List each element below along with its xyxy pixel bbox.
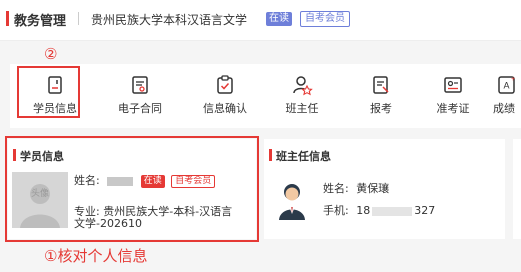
- member-type-badge: 自考会员: [300, 11, 350, 27]
- phone-prefix: 18: [356, 204, 371, 217]
- phone-suffix: 327: [414, 204, 436, 217]
- tool-info-confirm[interactable]: 信息确认: [190, 64, 260, 128]
- function-toolbar: 学员信息 电子合同 信息确认 班主任 报考 准考证 A + 成绩: [10, 64, 521, 128]
- annotation-step-2: ②: [44, 45, 58, 63]
- teacher-name-label: 姓名:: [323, 182, 349, 195]
- tool-e-contract[interactable]: 电子合同: [105, 64, 175, 128]
- annotation-step-1: ①核对个人信息: [44, 247, 148, 265]
- tool-label: 准考证: [436, 102, 470, 115]
- header-divider: [78, 12, 79, 25]
- tool-label: 报考: [370, 102, 392, 115]
- register-doc-icon: [373, 76, 389, 94]
- clipboard-check-icon: [217, 75, 233, 94]
- header-accent-bar: [6, 11, 9, 26]
- page-title: 教务管理: [14, 14, 67, 29]
- annotation-highlight-student-panel: [5, 136, 259, 242]
- tool-label: 电子合同: [118, 102, 162, 115]
- tool-label: 成绩: [493, 102, 515, 115]
- tool-admission-card[interactable]: 准考证: [418, 64, 488, 128]
- tool-head-teacher[interactable]: 班主任: [267, 64, 337, 128]
- school-name: 贵州民族大学本科汉语言文学: [91, 13, 248, 27]
- score-icon: A +: [498, 76, 515, 94]
- tool-scores[interactable]: A + 成绩: [484, 64, 521, 128]
- contract-icon: [132, 76, 148, 94]
- tool-label: 信息确认: [203, 102, 247, 115]
- tool-label: 班主任: [285, 102, 319, 115]
- teacher-icon: [293, 76, 313, 96]
- tool-register-exam[interactable]: 报考: [346, 64, 416, 128]
- next-panel-edge: [513, 139, 521, 239]
- teacher-phone-label: 手机:: [323, 204, 349, 217]
- admission-card-icon: [444, 77, 462, 93]
- teacher-phone-row: 手机: 18 327: [323, 202, 435, 218]
- annotation-highlight-student-info: [17, 66, 80, 118]
- phone-redacted: [372, 206, 413, 216]
- title-accent-bar: [269, 149, 272, 161]
- svg-text:A: A: [503, 81, 509, 91]
- page-header: 教务管理 贵州民族大学本科汉语言文学 在读 自考会员: [0, 0, 521, 41]
- status-badge: 在读: [266, 12, 292, 26]
- teacher-avatar-icon: [279, 184, 305, 220]
- teacher-panel-title-text: 班主任信息: [276, 150, 331, 163]
- teacher-name-value: 黄保瓖: [356, 182, 390, 195]
- teacher-name-row: 姓名: 黄保瓖: [323, 180, 389, 196]
- svg-text:+: +: [511, 76, 515, 83]
- teacher-panel-title: 班主任信息: [269, 148, 331, 164]
